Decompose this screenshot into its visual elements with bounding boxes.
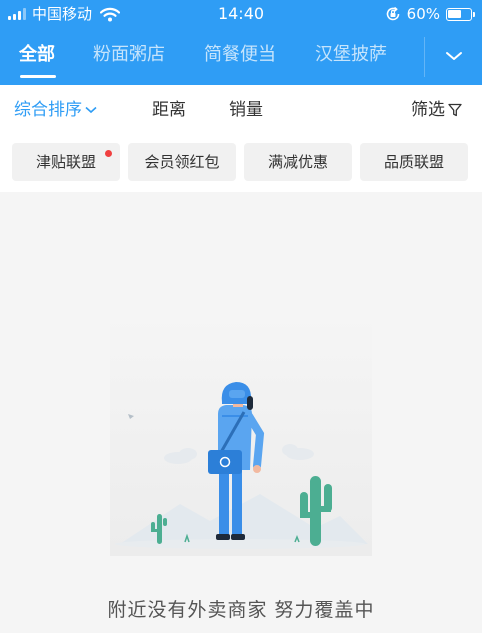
active-tab-indicator (20, 75, 56, 78)
status-right: 60% (385, 5, 475, 23)
category-tabs: 全部 粉面粥店 简餐便当 汉堡披萨 (0, 37, 422, 78)
tab-noodles-congee[interactable]: 粉面粥店 (93, 43, 165, 67)
sort-distance[interactable]: 距离 (152, 98, 186, 122)
chip-label: 品质联盟 (383, 153, 444, 171)
chip-label: 满减优惠 (267, 153, 328, 171)
orientation-lock-icon (386, 6, 399, 21)
chip-quality-alliance[interactable]: 品质联盟 (360, 143, 468, 181)
chip-member-red-packet[interactable]: 会员领红包 (128, 143, 236, 181)
notification-dot (105, 150, 112, 157)
empty-state-illustration (110, 316, 372, 556)
chip-label: 会员领红包 (144, 153, 220, 171)
battery-icon (446, 7, 475, 21)
funnel-icon (448, 103, 462, 117)
ground-shadow (115, 539, 365, 549)
chip-label: 津贴联盟 (35, 153, 96, 171)
tab-burger-pizza[interactable]: 汉堡披萨 (315, 43, 387, 67)
chevron-down-icon (446, 52, 462, 60)
sort-comprehensive[interactable]: 综合排序 (14, 98, 97, 122)
expand-tabs-button[interactable] (424, 37, 482, 77)
chevron-down-icon (85, 106, 97, 114)
filter-label: 筛选 (411, 100, 445, 120)
sort-comprehensive-label: 综合排序 (14, 100, 82, 120)
status-bar: 中国移动 14:40 60% (0, 0, 482, 30)
battery-fill (448, 9, 461, 18)
battery-percent: 60% (406, 5, 440, 23)
empty-state-message: 附近没有外卖商家 努力覆盖中 (107, 599, 375, 621)
chip-discount[interactable]: 满减优惠 (244, 143, 352, 181)
tab-all[interactable]: 全部 (19, 43, 55, 67)
promotion-chips: 津贴联盟 会员领红包 满减优惠 品质联盟 (0, 137, 482, 192)
tab-bento[interactable]: 简餐便当 (204, 43, 276, 67)
sort-bar: 综合排序 距离 销量 筛选 (0, 85, 482, 137)
sort-sales[interactable]: 销量 (229, 98, 263, 122)
app-header: 中国移动 14:40 60% 全部 粉面粥店 简餐便当 汉堡披萨 (0, 0, 482, 85)
filter-button[interactable]: 筛选 (411, 98, 462, 122)
chip-allowance-alliance[interactable]: 津贴联盟 (12, 143, 120, 181)
